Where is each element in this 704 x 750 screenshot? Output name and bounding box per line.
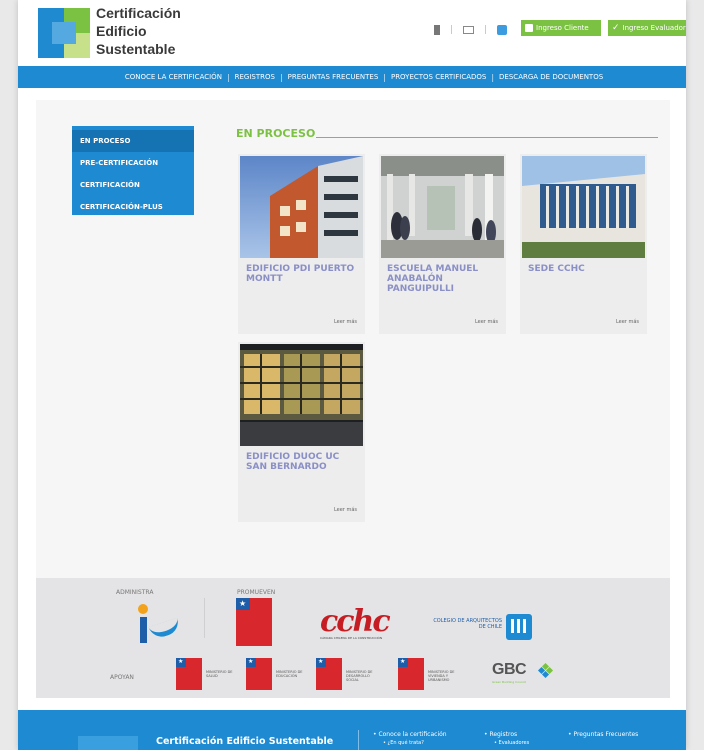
administra-label: ADMINISTRA [116, 589, 154, 596]
read-more-link[interactable]: Leer más [334, 507, 357, 513]
footer: Certificación Edificio Sustentable • Con… [18, 710, 686, 750]
sidebar-item-en-proceso[interactable]: EN PROCESO [72, 130, 194, 152]
ministry-name: MINISTERIO DE DESARROLLO SOCIAL [346, 670, 373, 682]
apoyan-label: APOYAN [110, 674, 134, 681]
ministry-name: MINISTERIO DE VIVIENDA Y URBANISMO [428, 670, 455, 682]
social-links: | | [434, 25, 508, 35]
login-evaluator-button[interactable]: ✓ Ingreso Evaluador [608, 20, 686, 36]
columns-icon [506, 614, 532, 640]
footer-divider [358, 730, 359, 750]
footer-link-en-que-trata[interactable]: • ¿En qué trata? [373, 739, 447, 748]
sidebar-item-pre-certificacion[interactable]: PRE-CERTIFICACIÓN [72, 152, 194, 174]
project-card[interactable]: EDIFICIO PDI PUERTO MONTT Leer más [238, 154, 365, 334]
social-separator: | [450, 25, 454, 35]
footer-logo-icon [78, 736, 138, 750]
login-client-button[interactable]: Ingreso Cliente [521, 20, 601, 36]
nav-descarga[interactable]: DESCARGA DE DOCUMENTOS [499, 73, 603, 81]
section-title: EN PROCESO [236, 127, 316, 140]
sidebar-item-certificacion[interactable]: CERTIFICACIÓN [72, 174, 194, 196]
mail-icon[interactable] [463, 26, 475, 34]
page: Certificación Edificio Sustentable | | I… [18, 0, 686, 750]
nav-proyectos[interactable]: PROYECTOS CERTIFICADOS [391, 73, 486, 81]
section-divider [316, 137, 658, 138]
logo-line-1: Certificación [96, 5, 181, 21]
footer-link-preguntas[interactable]: • Preguntas Frecuentes [568, 730, 638, 739]
user-icon [525, 24, 533, 32]
main-nav: CONOCE LA CERTIFICACIÓN | REGISTROS | PR… [18, 66, 686, 88]
footer-col-registros: • Registros • Evaluadores [484, 730, 529, 748]
gbc-logo[interactable]: GBC Green Building Council [492, 662, 572, 688]
ministry-logo[interactable]: ★ [236, 598, 272, 646]
social-separator: | [484, 25, 488, 35]
facebook-icon[interactable] [434, 25, 440, 35]
footer-col-conoce: • Conoce la certificación • ¿En qué trat… [373, 730, 447, 748]
project-title[interactable]: EDIFICIO PDI PUERTO MONTT [246, 264, 360, 284]
ministry-educacion-logo[interactable]: ★ MINISTERIO DE EDUCACIÓN [246, 658, 308, 690]
promueven-label: PROMUEVEN [237, 589, 276, 596]
ministry-name: MINISTERIO DE SALUD [206, 670, 233, 678]
instituto-logo[interactable] [136, 604, 184, 648]
project-title[interactable]: ESCUELA MANUEL ANABALÓN PANGUIPULLI [387, 264, 501, 294]
project-card[interactable]: EDIFICIO DUOC UC SAN BERNARDO Leer más [238, 342, 365, 522]
sidebar-item-certificacion-plus[interactable]: CERTIFICACIÓN-PLUS [72, 196, 194, 218]
project-photo [381, 156, 504, 258]
gbc-logo-text: GBC [492, 661, 527, 678]
read-more-link[interactable]: Leer más [616, 319, 639, 325]
nav-separator: | [383, 72, 386, 82]
nav-separator: | [226, 72, 230, 82]
sponsors-band: ADMINISTRA PROMUEVEN ★ cchc CÁMARA CHILE… [36, 578, 670, 698]
twitter-icon[interactable] [497, 25, 508, 35]
content-area: EN PROCESO PRE-CERTIFICACIÓN CERTIFICACI… [36, 100, 670, 578]
read-more-link[interactable]: Leer más [475, 319, 498, 325]
project-photo [522, 156, 645, 258]
project-title[interactable]: EDIFICIO DUOC UC SAN BERNARDO [246, 452, 360, 472]
nav-preguntas[interactable]: PREGUNTAS FRECUENTES [288, 73, 379, 81]
nav-conoce[interactable]: CONOCE LA CERTIFICACIÓN [125, 73, 222, 81]
login-evaluator-label: Ingreso Evaluador [622, 24, 686, 32]
logo-text: Certificación Edificio Sustentable [96, 4, 181, 58]
project-card[interactable]: SEDE CCHC Leer más [520, 154, 647, 334]
footer-link-conoce[interactable]: • Conoce la certificación [373, 730, 447, 739]
colegio-arquitectos-logo[interactable]: COLEGIO DE ARQUITECTOS DE CHILE [430, 614, 540, 640]
cchc-logo[interactable]: cchc CÁMARA CHILENA DE LA CONSTRUCCIÓN [320, 604, 410, 641]
nav-registros[interactable]: REGISTROS [235, 73, 275, 81]
logo-line-2: Edificio [96, 23, 147, 39]
nav-separator: | [491, 72, 495, 82]
cchc-logo-subtitle: CÁMARA CHILENA DE LA CONSTRUCCIÓN [320, 636, 383, 640]
project-title[interactable]: SEDE CCHC [528, 264, 642, 274]
footer-link-registros[interactable]: • Registros [484, 730, 529, 739]
project-photo [240, 344, 363, 446]
ministry-desarrollo-logo[interactable]: ★ MINISTERIO DE DESARROLLO SOCIAL [316, 658, 378, 690]
login-client-label: Ingreso Cliente [536, 24, 589, 32]
logo-mark-icon [38, 8, 90, 58]
footer-title: Certificación Edificio Sustentable [156, 736, 334, 747]
ministry-vivienda-logo[interactable]: ★ MINISTERIO DE VIVIENDA Y URBANISMO [398, 658, 460, 690]
footer-col-preguntas: • Preguntas Frecuentes [568, 730, 638, 739]
cchc-logo-text: cchc [320, 604, 391, 639]
site-logo[interactable]: Certificación Edificio Sustentable [38, 4, 188, 62]
ministry-salud-logo[interactable]: ★ MINISTERIO DE SALUD [176, 658, 238, 690]
sidebar-menu: EN PROCESO PRE-CERTIFICACIÓN CERTIFICACI… [72, 126, 194, 215]
sponsor-divider [204, 598, 205, 638]
nav-separator: | [279, 72, 283, 82]
gbc-logo-subtitle: Green Building Council [492, 680, 527, 684]
logo-line-3: Sustentable [96, 41, 176, 57]
diamonds-icon [537, 662, 554, 679]
ministry-name: MINISTERIO DE EDUCACIÓN [276, 670, 303, 678]
project-photo [240, 156, 363, 258]
header: Certificación Edificio Sustentable | | I… [18, 0, 686, 66]
check-icon: ✓ [612, 22, 620, 33]
project-card[interactable]: ESCUELA MANUEL ANABALÓN PANGUIPULLI Leer… [379, 154, 506, 334]
footer-link-evaluadores[interactable]: • Evaluadores [484, 739, 529, 748]
colegio-logo-text: COLEGIO DE ARQUITECTOS DE CHILE [433, 618, 502, 630]
read-more-link[interactable]: Leer más [334, 319, 357, 325]
